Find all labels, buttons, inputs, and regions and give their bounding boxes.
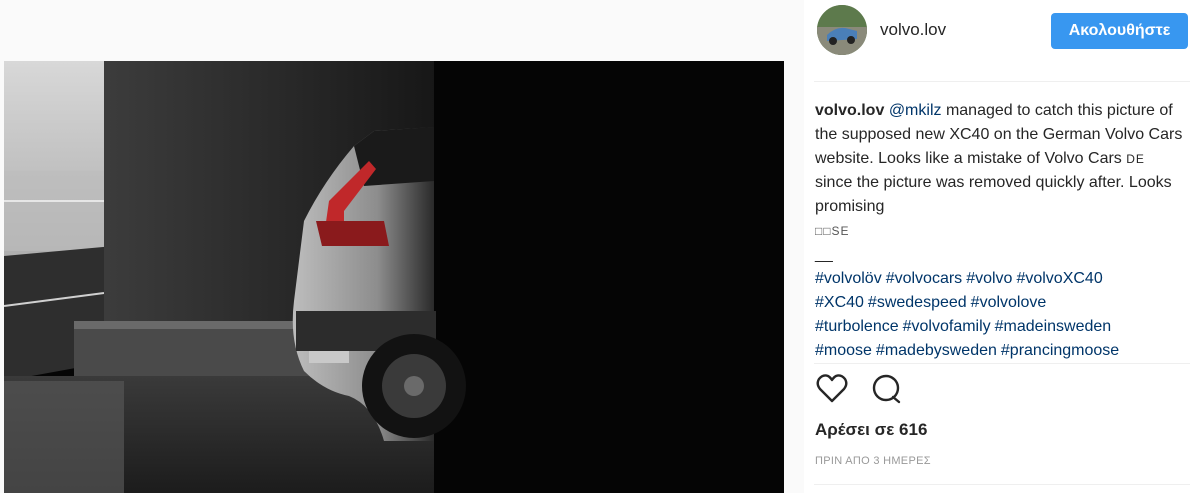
comment-icon[interactable]: [869, 372, 903, 406]
actions-divider: [814, 363, 1190, 364]
post-caption: volvo.lov @mkilz managed to catch this p…: [815, 99, 1185, 363]
post-photo[interactable]: [4, 61, 784, 493]
hashtag-link[interactable]: #swedespeed: [868, 294, 967, 311]
hashtag-link[interactable]: #moose: [815, 342, 872, 359]
hashtag-list: #volvolöv #volvocars #volvo #volvoXC40 #XC4…: [815, 270, 1123, 359]
hashtag-link[interactable]: #volvocars: [886, 270, 962, 287]
avatar[interactable]: [817, 5, 867, 55]
caption-smallcaps: DE: [1126, 152, 1145, 166]
likes-count[interactable]: Αρέσει σε 616: [815, 420, 927, 440]
hashtag-link[interactable]: #volvolove: [971, 294, 1047, 311]
username-link[interactable]: volvo.lov: [880, 20, 946, 40]
header-divider: [814, 81, 1190, 82]
post-timestamp[interactable]: ΠΡΙΝ ΑΠΟ 3 ΗΜΕΡΕΣ: [815, 455, 931, 467]
footer-divider: [814, 484, 1190, 485]
hashtag-link[interactable]: #prancingmoose: [1001, 342, 1119, 359]
caption-mention-link[interactable]: @mkilz: [889, 102, 942, 119]
hashtag-link[interactable]: #XC40: [815, 294, 864, 311]
hashtag-link[interactable]: #madebysweden: [876, 342, 997, 359]
hashtag-link[interactable]: #volvolöv: [815, 270, 882, 287]
hashtag-link[interactable]: #volvofamily: [903, 318, 991, 335]
hashtag-link[interactable]: #madeinsweden: [995, 318, 1112, 335]
avatar-image: [817, 5, 867, 55]
caption-author-link[interactable]: volvo.lov: [815, 102, 884, 119]
caption-trailing-symbols: □□SE: [815, 224, 850, 238]
post-header: volvo.lov Ακολουθήστε: [804, 0, 1200, 61]
car-photo-image: [4, 61, 784, 493]
hashtag-link[interactable]: #volvoXC40: [1016, 270, 1102, 287]
caption-separator: __: [815, 246, 833, 263]
heart-icon[interactable]: [815, 372, 849, 406]
caption-text-2: since the picture was removed quickly af…: [815, 174, 1172, 215]
follow-button[interactable]: Ακολουθήστε: [1051, 13, 1188, 49]
hashtag-link[interactable]: #volvo: [966, 270, 1012, 287]
hashtag-link[interactable]: #turbolence: [815, 318, 899, 335]
post-sidebar: volvo.lov Ακολουθήστε volvo.lov @mkilz m…: [804, 0, 1200, 493]
